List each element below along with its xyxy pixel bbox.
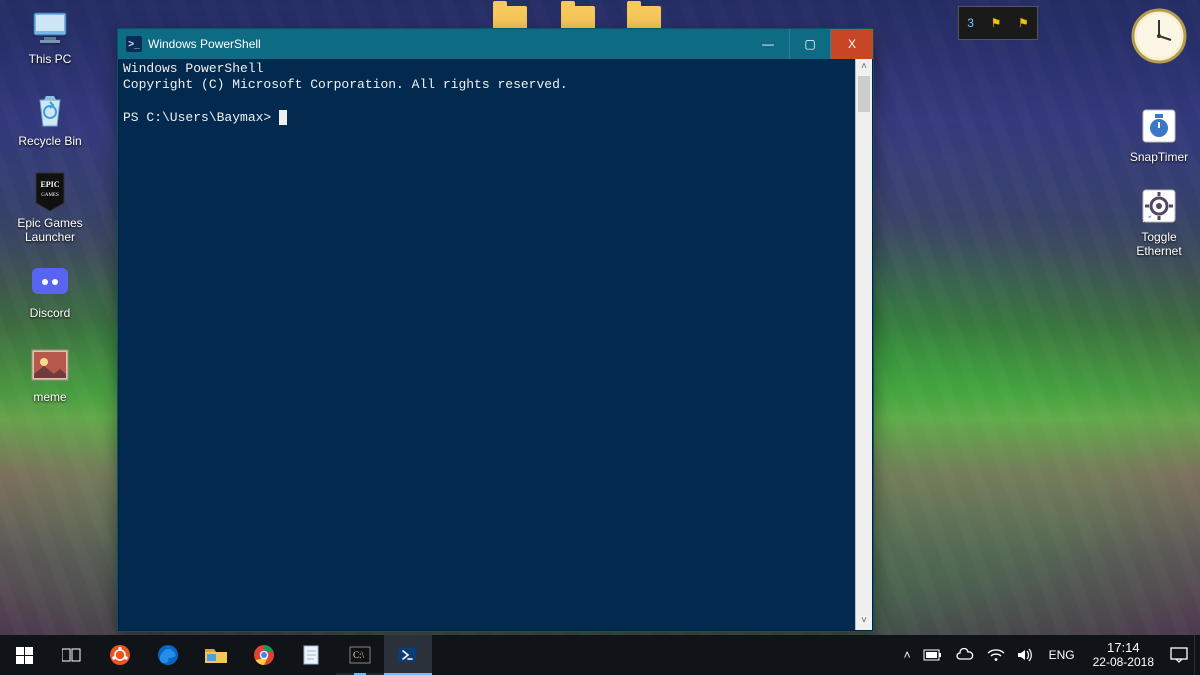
terminal-line: Copyright (C) Microsoft Corporation. All… xyxy=(123,77,568,92)
tray-clock[interactable]: 17:14 22-08-2018 xyxy=(1083,641,1164,668)
window-titlebar[interactable]: >_ Windows PowerShell — ▢ X xyxy=(118,29,873,59)
svg-text:C:\: C:\ xyxy=(353,650,365,660)
wallpaper-scoreboard: 3⚑⚑ xyxy=(958,6,1038,40)
tray-date: 22-08-2018 xyxy=(1093,656,1154,669)
taskbar-app-file-explorer[interactable] xyxy=(192,635,240,675)
powershell-taskbar-icon xyxy=(397,646,419,664)
scroll-thumb[interactable] xyxy=(858,76,870,112)
minimize-button[interactable]: — xyxy=(747,29,789,59)
close-button[interactable]: X xyxy=(831,29,873,59)
desktop-icon-label: This PC xyxy=(26,52,75,68)
desktop-icon-meme[interactable]: meme xyxy=(5,346,95,406)
desktop-icon-snaptimer[interactable]: SnapTimer xyxy=(1124,106,1194,166)
taskbar-app-chrome[interactable] xyxy=(240,635,288,675)
powershell-window[interactable]: >_ Windows PowerShell — ▢ X Windows Powe… xyxy=(117,28,874,632)
tray-wifi-icon[interactable] xyxy=(981,635,1011,675)
analog-clock-icon xyxy=(1129,6,1189,66)
file-explorer-icon xyxy=(204,645,228,665)
tray-onedrive-icon[interactable] xyxy=(949,635,981,675)
desktop-icon-toggle-ethernet[interactable]: Toggle Ethernet xyxy=(1124,186,1194,260)
maximize-button[interactable]: ▢ xyxy=(789,29,831,59)
speaker-icon xyxy=(1017,648,1035,662)
wifi-icon xyxy=(987,648,1005,662)
terminal-client-area[interactable]: Windows PowerShell Copyright (C) Microso… xyxy=(119,59,872,630)
window-title: Windows PowerShell xyxy=(148,37,261,51)
desktop-icon-label: Epic Games Launcher xyxy=(5,216,95,246)
this-pc-icon xyxy=(30,8,70,48)
taskbar[interactable]: C:\ ˄ ENG 17:14 22-08-2018 xyxy=(0,635,1200,675)
taskbar-app-cmd[interactable]: C:\ xyxy=(336,635,384,675)
desktop-icon-label: Recycle Bin xyxy=(15,134,84,150)
desktop-icon-label: Toggle Ethernet xyxy=(1124,230,1194,260)
tray-power-icon[interactable] xyxy=(917,635,949,675)
scroll-track[interactable] xyxy=(856,76,872,613)
task-view-icon xyxy=(62,647,82,663)
tray-time: 17:14 xyxy=(1093,641,1154,655)
scroll-down-button[interactable]: ˅ xyxy=(856,613,872,630)
action-center-icon xyxy=(1170,647,1188,663)
taskbar-app-ubuntu[interactable] xyxy=(96,635,144,675)
tray-volume-icon[interactable] xyxy=(1011,635,1041,675)
terminal-cursor xyxy=(279,110,287,125)
svg-text:EPIC: EPIC xyxy=(40,180,59,189)
tray-language[interactable]: ENG xyxy=(1041,635,1083,675)
discord-icon xyxy=(30,262,70,302)
taskbar-app-notepad[interactable] xyxy=(288,635,336,675)
recycle-bin-icon xyxy=(30,90,70,130)
system-tray[interactable]: ˄ ENG 17:14 22-08-2018 xyxy=(898,635,1200,675)
powershell-icon: >_ xyxy=(126,36,142,52)
epic-games-icon: EPIC GAMES xyxy=(30,172,70,212)
desktop-icon-this-pc[interactable]: This PC xyxy=(5,8,95,68)
battery-icon xyxy=(923,648,943,662)
notepad-icon xyxy=(301,644,323,666)
svg-text:GAMES: GAMES xyxy=(41,193,59,198)
start-button[interactable] xyxy=(0,635,48,675)
terminal-output: Windows PowerShell Copyright (C) Microso… xyxy=(119,59,872,128)
tray-action-center[interactable] xyxy=(1164,635,1194,675)
terminal-line: Windows PowerShell xyxy=(123,61,263,76)
scroll-up-button[interactable]: ˄ xyxy=(856,59,872,76)
desktop-icon-label: meme xyxy=(30,390,69,406)
task-view-button[interactable] xyxy=(48,635,96,675)
desktop-icon-recycle-bin[interactable]: Recycle Bin xyxy=(5,90,95,150)
desktop-icon-epic-games[interactable]: EPIC GAMES Epic Games Launcher xyxy=(5,172,95,246)
cmd-icon: C:\ xyxy=(349,646,371,664)
taskbar-app-powershell[interactable] xyxy=(384,635,432,675)
cloud-icon xyxy=(955,648,975,662)
desktop-clock-gadget[interactable] xyxy=(1129,6,1189,66)
settings-shortcut-icon xyxy=(1139,186,1179,226)
desktop-icon-label: Discord xyxy=(27,306,74,322)
edge-icon xyxy=(156,643,180,667)
snaptimer-icon xyxy=(1139,106,1179,146)
chrome-icon xyxy=(253,644,275,666)
ubuntu-icon xyxy=(109,644,131,666)
desktop-icon-label: SnapTimer xyxy=(1127,150,1191,166)
desktop-icon-discord[interactable]: Discord xyxy=(5,262,95,322)
show-desktop-button[interactable] xyxy=(1194,635,1200,675)
vertical-scrollbar[interactable]: ˄ ˅ xyxy=(855,59,872,630)
windows-logo-icon xyxy=(16,647,33,664)
image-file-icon xyxy=(30,346,70,386)
taskbar-app-edge[interactable] xyxy=(144,635,192,675)
terminal-prompt: PS C:\Users\Baymax> xyxy=(123,110,271,125)
tray-overflow-button[interactable]: ˄ xyxy=(898,635,917,675)
